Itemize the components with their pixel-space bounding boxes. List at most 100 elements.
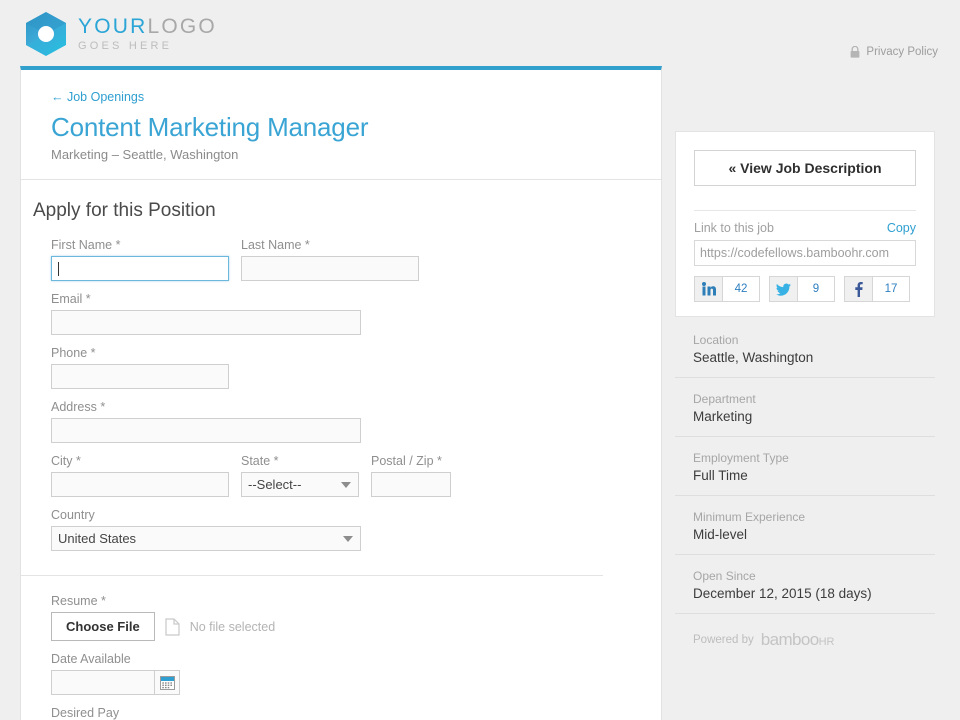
- detail-open-since: Open Since December 12, 2015 (18 days): [675, 555, 935, 614]
- copy-link-button[interactable]: Copy: [887, 221, 916, 235]
- share-card: « View Job Description Link to this job …: [675, 131, 935, 317]
- back-to-job-openings-link[interactable]: ← Job Openings: [51, 90, 144, 104]
- detail-label: Minimum Experience: [693, 510, 806, 524]
- city-state-zip-row: City * State * --Select-- Postal / Zip *: [51, 454, 661, 497]
- logo-tagline: GOES HERE: [78, 40, 173, 52]
- bamboohr-suffix: HR: [818, 636, 835, 648]
- detail-label: Department: [693, 392, 756, 406]
- job-sidebar: « View Job Description Link to this job …: [675, 131, 935, 666]
- date-available-input[interactable]: [51, 670, 154, 695]
- detail-value: Full Time: [693, 468, 748, 483]
- logo-text-primary: YOUR: [78, 15, 148, 38]
- country-select-value: United States: [58, 531, 137, 546]
- twitter-share-button[interactable]: 9: [769, 276, 835, 302]
- state-group: State * --Select--: [241, 454, 359, 497]
- calendar-button[interactable]: [154, 670, 180, 695]
- job-subtitle: Marketing – Seattle, Washington: [51, 147, 239, 162]
- detail-value: December 12, 2015 (18 days): [693, 586, 872, 601]
- facebook-share-button[interactable]: 17: [844, 276, 910, 302]
- job-details-list: Location Seattle, Washington Department …: [675, 317, 935, 614]
- resume-row: Resume * Choose File No file selected: [51, 594, 661, 641]
- date-available-group: Date Available: [51, 652, 180, 695]
- state-select-value: --Select--: [248, 477, 302, 492]
- date-picker: [51, 670, 180, 695]
- email-label: Email *: [51, 292, 91, 306]
- linkedin-share-button[interactable]: 42: [694, 276, 760, 302]
- powered-by-label: Powered by: [693, 634, 754, 646]
- logo-wordmark: YOURLOGO GOES HERE: [78, 16, 217, 52]
- facebook-icon: [845, 277, 873, 301]
- city-label: City *: [51, 454, 81, 468]
- city-group: City *: [51, 454, 229, 497]
- desired-pay-group: Desired Pay: [51, 706, 229, 720]
- email-group: Email *: [51, 292, 361, 335]
- postal-input[interactable]: [371, 472, 451, 497]
- job-link-input[interactable]: [694, 240, 916, 266]
- twitter-icon: [770, 277, 798, 301]
- country-group: Country United States: [51, 508, 361, 551]
- chevron-down-icon: [341, 481, 351, 488]
- postal-label: Postal / Zip *: [371, 454, 442, 468]
- view-job-description-button[interactable]: « View Job Description: [694, 150, 916, 186]
- detail-location: Location Seattle, Washington: [675, 317, 935, 378]
- linkedin-share-count: 42: [723, 277, 759, 301]
- date-available-row: Date Available: [51, 652, 661, 695]
- detail-value: Seattle, Washington: [693, 350, 814, 365]
- detail-employment-type: Employment Type Full Time: [675, 437, 935, 496]
- bamboohr-word: bamboo: [760, 630, 819, 649]
- form-section-divider: [21, 575, 603, 576]
- address-input[interactable]: [51, 418, 361, 443]
- state-label: State *: [241, 454, 279, 468]
- phone-label: Phone *: [51, 346, 96, 360]
- first-name-group: First Name *: [51, 238, 229, 281]
- city-input[interactable]: [51, 472, 229, 497]
- detail-minimum-experience: Minimum Experience Mid-level: [675, 496, 935, 555]
- date-available-label: Date Available: [51, 652, 131, 666]
- email-row: Email *: [51, 292, 661, 335]
- brand-logo[interactable]: YOURLOGO GOES HERE: [26, 12, 217, 56]
- header-divider: [21, 179, 661, 180]
- first-name-input[interactable]: [51, 256, 229, 281]
- link-to-job-row: Link to this job Copy: [694, 221, 916, 235]
- document-icon: [165, 617, 180, 636]
- address-group: Address *: [51, 400, 361, 443]
- privacy-policy-link[interactable]: Privacy Policy: [850, 46, 938, 58]
- name-row: First Name * Last Name *: [51, 238, 661, 281]
- state-select[interactable]: --Select--: [241, 472, 359, 497]
- phone-row: Phone *: [51, 346, 661, 389]
- facebook-share-count: 17: [873, 277, 909, 301]
- link-to-job-label: Link to this job: [694, 221, 774, 235]
- sidebar-divider: [694, 210, 916, 211]
- detail-label: Open Since: [693, 569, 756, 583]
- country-label: Country: [51, 508, 95, 522]
- desired-pay-row: Desired Pay: [51, 706, 661, 720]
- privacy-policy-label: Privacy Policy: [866, 46, 938, 58]
- address-label: Address *: [51, 400, 106, 414]
- apply-section-title: Apply for this Position: [33, 200, 216, 221]
- country-row: Country United States: [51, 508, 661, 551]
- country-select[interactable]: United States: [51, 526, 361, 551]
- phone-input[interactable]: [51, 364, 229, 389]
- logo-text-secondary: LOGO: [147, 15, 217, 38]
- phone-group: Phone *: [51, 346, 229, 389]
- last-name-label: Last Name *: [241, 238, 310, 252]
- detail-label: Location: [693, 333, 739, 347]
- detail-label: Employment Type: [693, 451, 789, 465]
- file-status-text: No file selected: [189, 619, 276, 634]
- calendar-icon: [159, 675, 175, 690]
- social-share-row: 42 9 17: [694, 276, 916, 302]
- chevron-down-icon: [343, 535, 353, 542]
- twitter-share-count: 9: [798, 277, 834, 301]
- hexagon-logo-icon: [26, 12, 66, 56]
- bamboohr-logo: bambooHR: [761, 630, 835, 650]
- application-card: ← Job Openings Content Marketing Manager…: [20, 66, 662, 720]
- last-name-input[interactable]: [241, 256, 419, 281]
- resume-group: Resume * Choose File No file selected: [51, 594, 275, 641]
- choose-file-button[interactable]: Choose File: [51, 612, 155, 641]
- text-cursor: [58, 262, 59, 276]
- email-input[interactable]: [51, 310, 361, 335]
- powered-by-bamboohr: Powered by bambooHR: [675, 614, 935, 666]
- first-name-label: First Name *: [51, 238, 121, 252]
- lock-icon: [851, 46, 860, 58]
- address-row: Address *: [51, 400, 661, 443]
